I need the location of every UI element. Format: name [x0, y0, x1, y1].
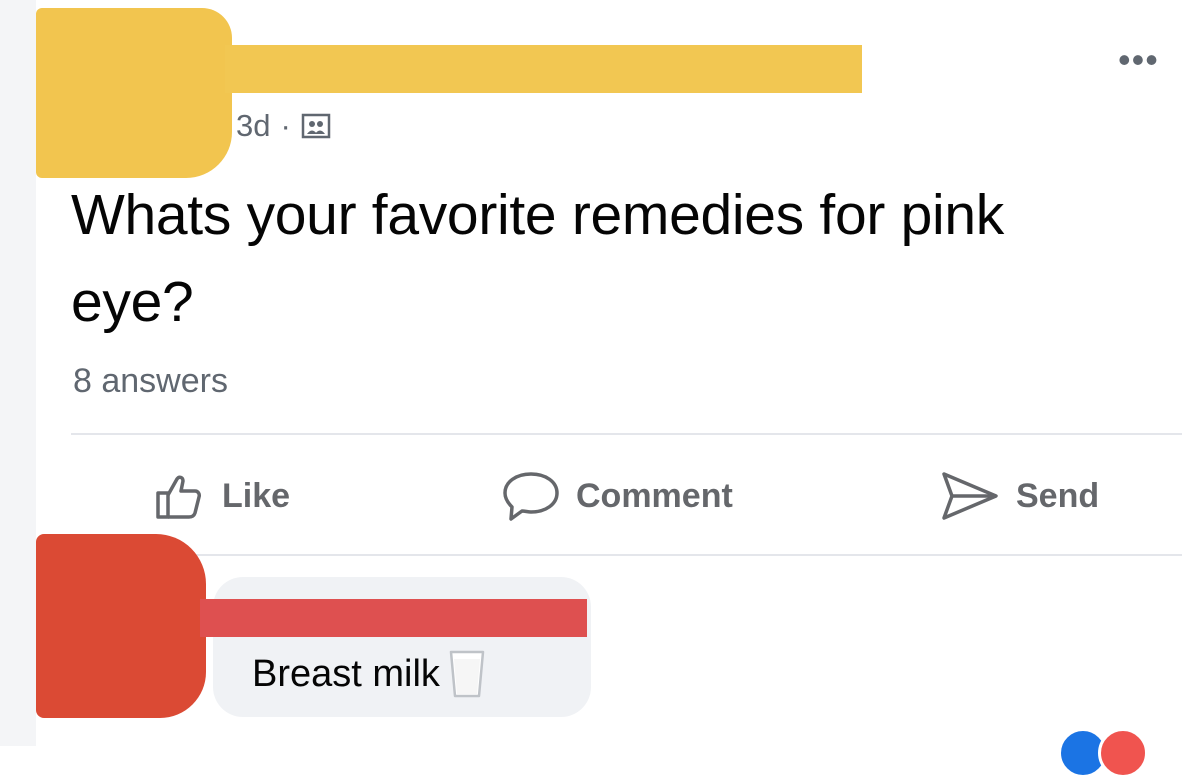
comment-button[interactable]: Comment — [500, 468, 733, 524]
love-reaction-icon — [1098, 728, 1148, 778]
redacted-commenter-avatar — [36, 534, 206, 718]
send-label: Send — [1016, 476, 1100, 515]
thumbs-up-icon — [156, 475, 201, 519]
redacted-avatar — [36, 8, 232, 178]
milk-glass-icon — [449, 650, 485, 698]
comment-text: Breast milk — [252, 646, 486, 702]
comment-body: Breast milk — [252, 652, 440, 695]
left-gutter — [0, 0, 36, 746]
answers-count[interactable]: 8 answers — [73, 362, 228, 401]
group-icon — [301, 113, 331, 139]
post-time: 3d — [236, 108, 271, 143]
post-meta: 3d · — [236, 106, 331, 146]
like-button[interactable]: Like — [152, 468, 290, 524]
comment-label: Comment — [576, 476, 733, 515]
send-button[interactable]: Send — [938, 468, 1099, 524]
comment-icon — [503, 472, 559, 521]
more-options-button[interactable]: ••• — [1118, 40, 1159, 80]
redacted-author-name — [225, 45, 862, 93]
divider-bottom — [71, 554, 1182, 556]
send-icon — [942, 472, 998, 520]
redacted-commenter-name — [200, 599, 587, 637]
post-text: Whats your favorite remedies for pink ey… — [71, 183, 1004, 334]
like-label: Like — [222, 476, 291, 515]
divider-top — [71, 433, 1182, 435]
meta-separator: · — [280, 108, 291, 143]
